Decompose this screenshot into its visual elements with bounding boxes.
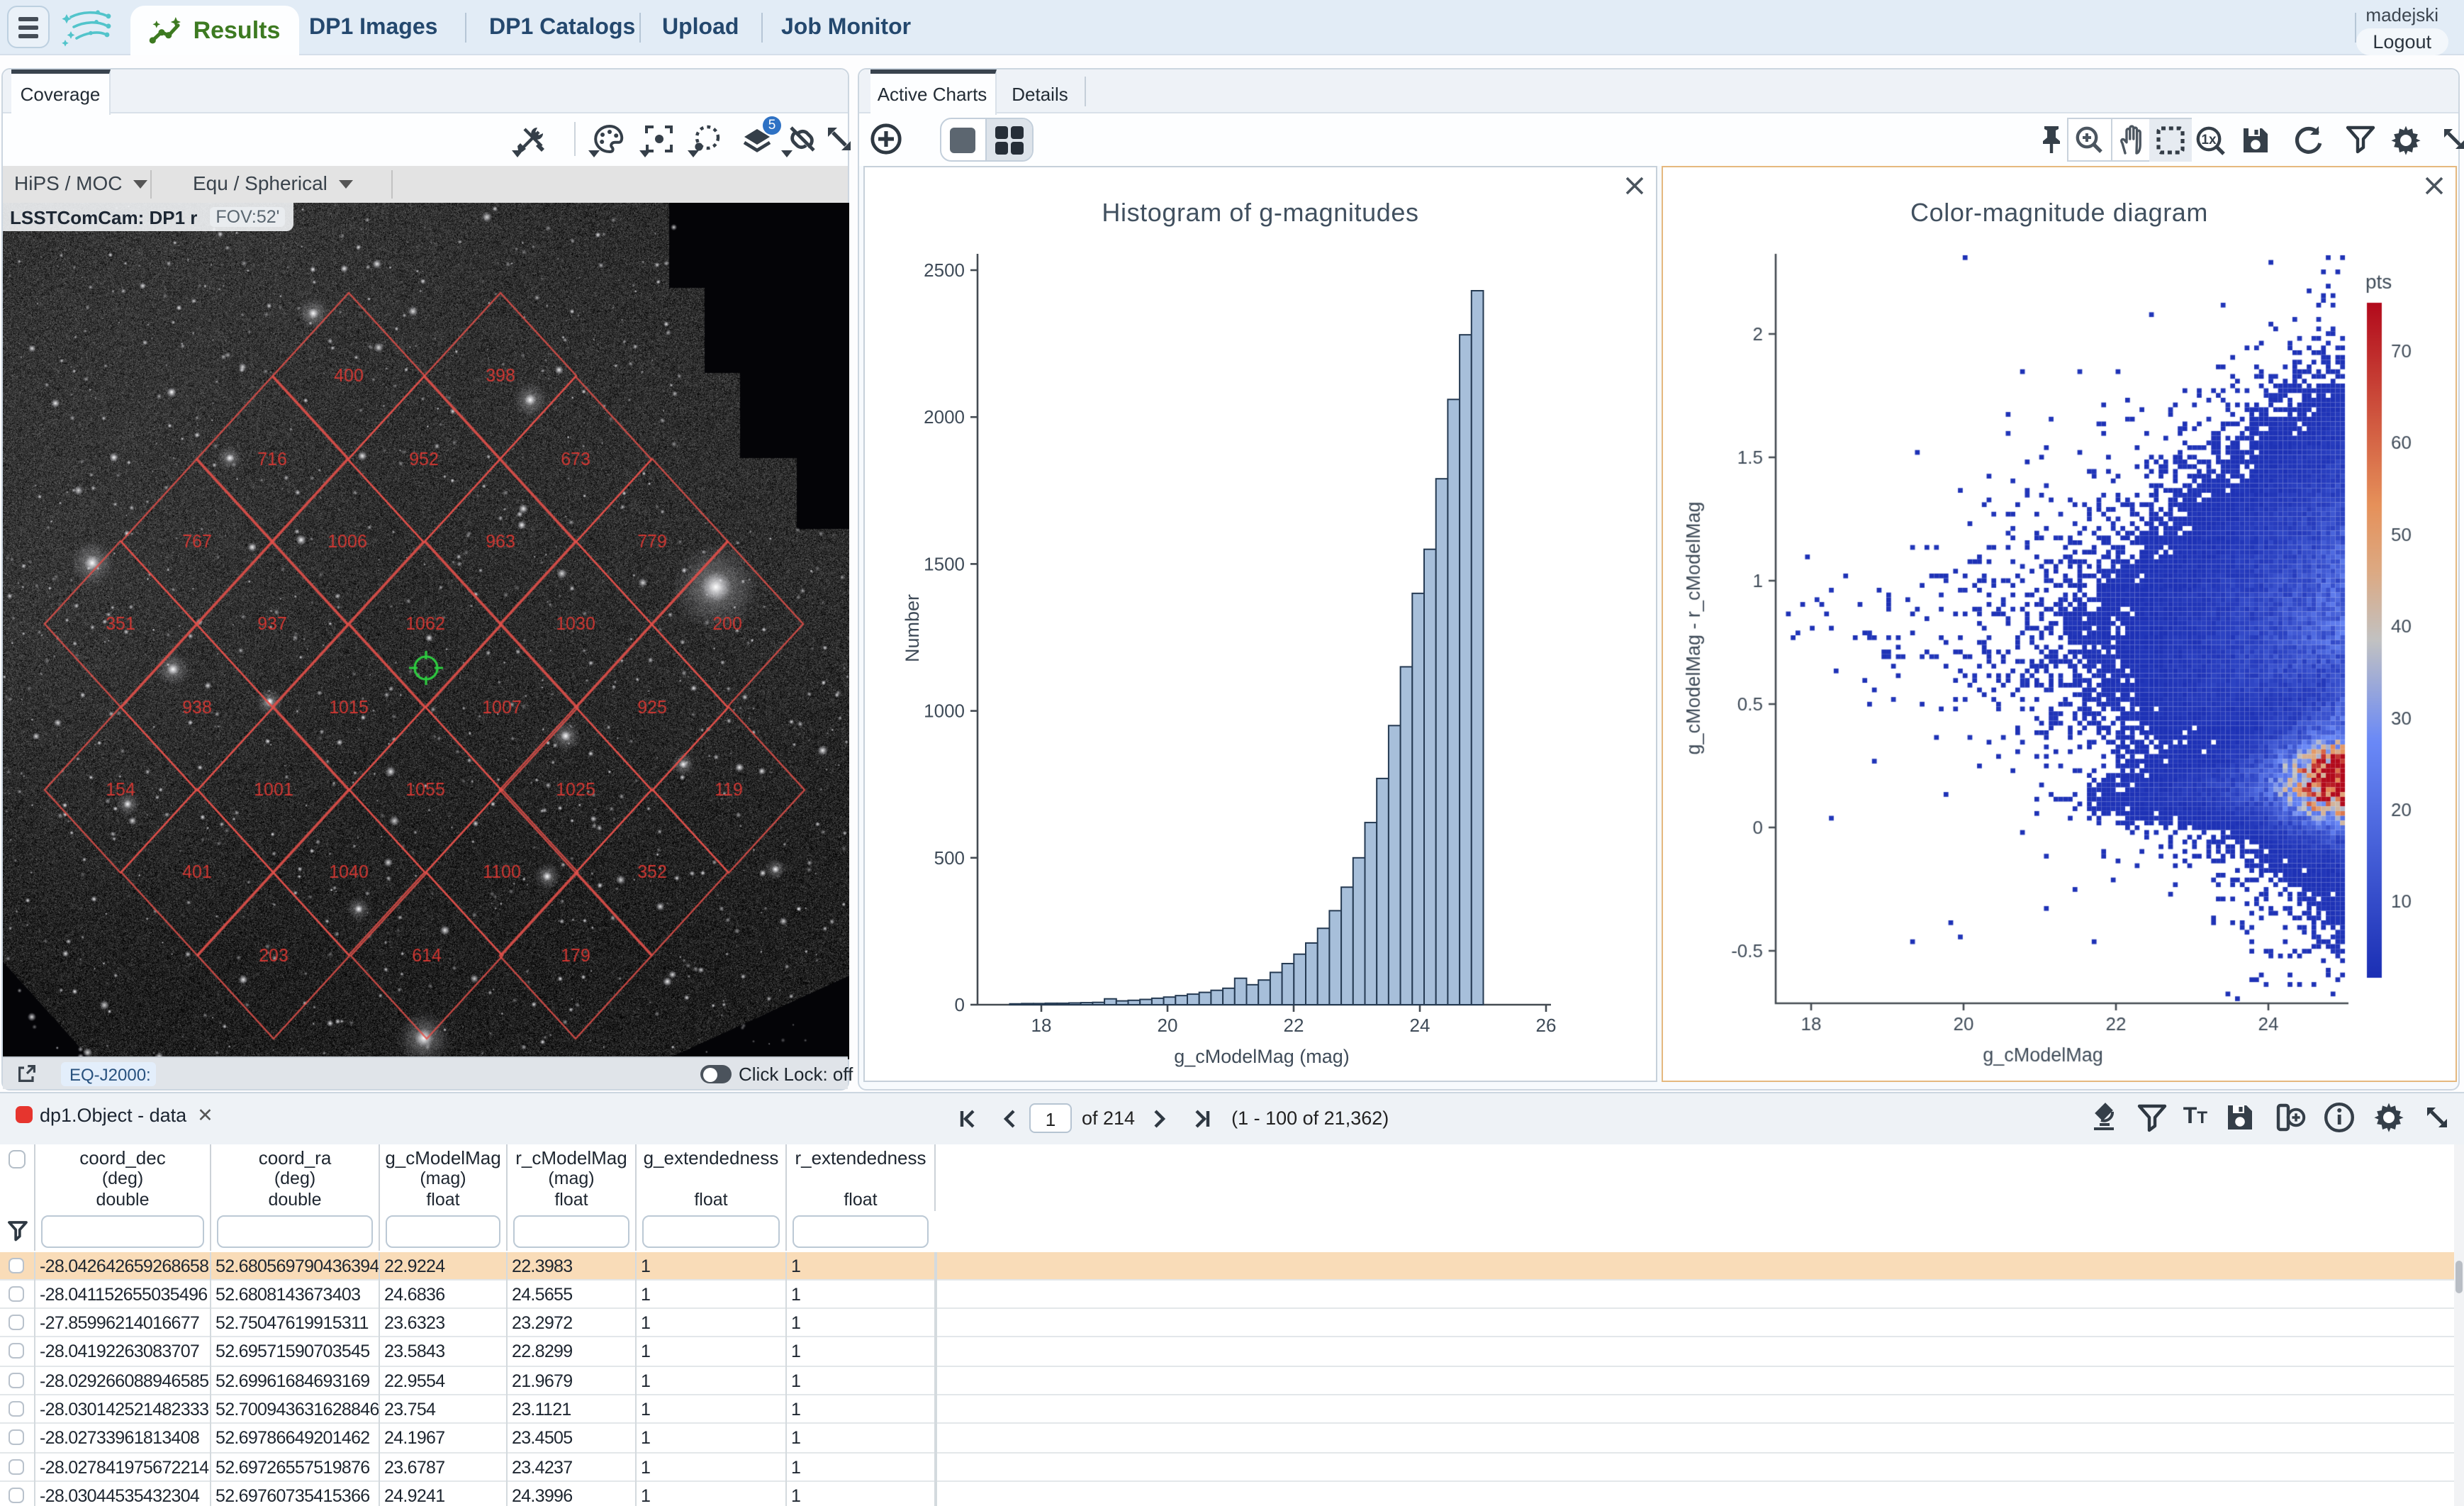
svg-text:Number: Number [902, 594, 923, 662]
svg-text:24: 24 [1410, 1015, 1430, 1036]
svg-text:2000: 2000 [924, 406, 965, 428]
svg-text:22: 22 [1284, 1015, 1304, 1036]
svg-text:500: 500 [934, 847, 965, 869]
svg-text:0: 0 [955, 994, 965, 1015]
svg-text:20: 20 [1158, 1015, 1178, 1036]
svg-text:g_cModelMag (mag): g_cModelMag (mag) [1174, 1046, 1350, 1067]
svg-text:18: 18 [1031, 1015, 1052, 1036]
svg-text:2500: 2500 [924, 260, 965, 281]
svg-text:1500: 1500 [924, 553, 965, 574]
svg-text:1x: 1x [2200, 133, 2216, 147]
svg-text:1000: 1000 [924, 701, 965, 722]
svg-text:26: 26 [1536, 1015, 1557, 1036]
